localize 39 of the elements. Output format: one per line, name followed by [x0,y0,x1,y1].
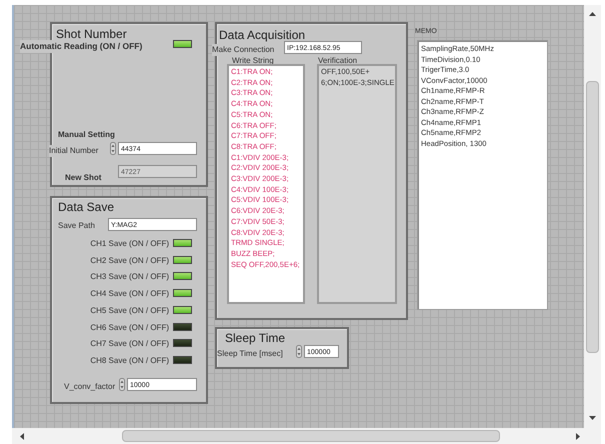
field-label: Verification [318,55,358,67]
field-label: CH1 Save (ON / OFF) [89,238,169,250]
scroll-up-icon[interactable] [589,12,596,16]
scroll-thumb[interactable] [122,430,500,442]
vertical-scrollbar[interactable] [584,5,601,428]
field-label: CH8 Save (ON / OFF) [89,354,169,367]
panel-title: Shot Number [56,28,127,40]
field-label: New Shot [65,172,102,184]
field-label: CH3 Save (ON / OFF) [89,271,169,284]
led-indicator[interactable] [173,289,192,298]
field-label: CH7 Save (ON / OFF) [89,338,169,350]
spinner-icon[interactable] [119,378,125,391]
led-indicator[interactable] [173,40,192,48]
field-label: Automatic Reading (ON / OFF) [20,40,142,53]
panel-title: Data Save [58,201,114,213]
led-indicator[interactable] [173,272,192,280]
spinner-icon[interactable] [110,142,116,155]
horizontal-scrollbar[interactable] [12,428,601,444]
field-label: CH5 Save (ON / OFF) [89,304,169,317]
field-label: CH4 Save (ON / OFF) [89,288,169,300]
field-label: CH2 Save (ON / OFF) [89,254,169,267]
field-label: Make Connection [212,44,274,56]
led-indicator[interactable] [173,239,192,247]
scroll-left-icon[interactable] [20,433,24,440]
panel-title: Data Acquisition [219,29,306,41]
field-label: Initial Number [49,145,98,157]
scroll-down-icon[interactable] [589,416,596,420]
spinner-icon[interactable] [296,345,302,358]
led-indicator[interactable] [173,339,192,348]
field-label: V_conv_factor [64,381,116,393]
field-label: Sleep Time [msec] [217,348,283,360]
write-string-box[interactable] [227,64,305,304]
field-label: CH6 Save (ON / OFF) [89,322,169,334]
field-label: Manual Setting [58,129,115,141]
panel-title: Sleep Time [225,332,286,344]
scroll-thumb[interactable] [586,81,599,353]
field-label: Write String [232,55,274,67]
field-label: Save Path [58,220,95,232]
scroll-right-icon[interactable] [576,433,580,440]
